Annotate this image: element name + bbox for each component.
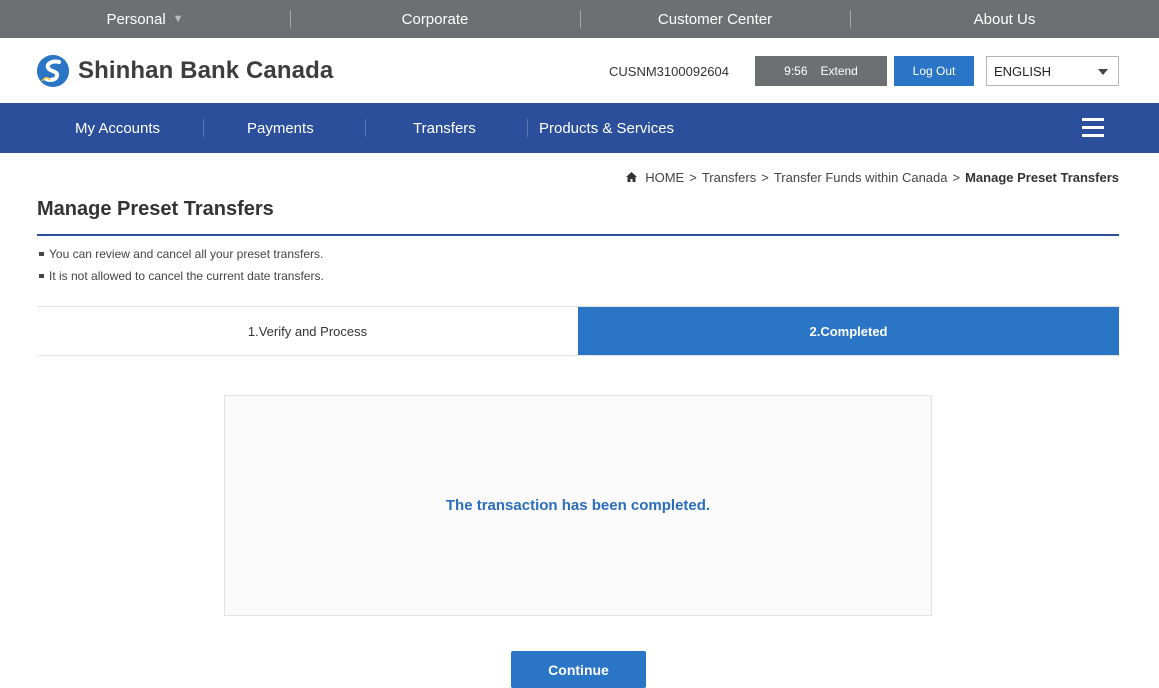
extend-label: Extend (820, 64, 858, 78)
nav-divider (203, 119, 204, 137)
session-timer: 9:56 (784, 64, 808, 78)
breadcrumb-transfers[interactable]: Transfers (702, 170, 756, 185)
breadcrumb-current: Manage Preset Transfers (965, 170, 1119, 185)
topbar-customer-center[interactable]: Customer Center (580, 0, 850, 38)
breadcrumb-separator: > (952, 170, 961, 185)
topbar-corporate-label: Corporate (401, 10, 469, 28)
nav-products-services[interactable]: Products & Services (539, 103, 674, 153)
language-value: ENGLISH (994, 63, 1052, 79)
info-note: You can review and cancel all your prese… (37, 247, 324, 269)
breadcrumb-separator: > (761, 170, 769, 185)
step-verify-process: 1.Verify and Process (37, 307, 578, 355)
session-extend-button[interactable]: 9:56 Extend (755, 56, 887, 86)
home-icon[interactable] (626, 170, 638, 185)
title-divider (37, 234, 1119, 236)
progress-steps: 1.Verify and Process 2.Completed (37, 306, 1119, 356)
topbar-about-us[interactable]: About Us (850, 0, 1159, 38)
page-title: Manage Preset Transfers (37, 198, 274, 220)
shinhan-logo-icon (37, 55, 69, 87)
language-select[interactable]: ENGLISH (986, 56, 1119, 86)
main-nav: My Accounts Payments Transfers Products … (0, 103, 1159, 153)
breadcrumb-home[interactable]: HOME (645, 170, 684, 185)
caret-down-icon: ▼ (172, 13, 184, 25)
header: Shinhan Bank Canada CUSNM3100092604 9:56… (0, 38, 1159, 103)
info-note: It is not allowed to cancel the current … (37, 269, 324, 291)
brand-logo[interactable]: Shinhan Bank Canada (37, 55, 333, 87)
top-bar: Personal ▼ Corporate Customer Center Abo… (0, 0, 1159, 38)
topbar-customer-center-label: Customer Center (657, 10, 773, 28)
topbar-about-us-label: About Us (973, 10, 1036, 28)
info-notes: You can review and cancel all your prese… (37, 247, 324, 291)
nav-divider (365, 119, 366, 137)
user-id: CUSNM3100092604 (609, 64, 729, 79)
topbar-personal[interactable]: Personal ▼ (0, 0, 290, 38)
topbar-corporate[interactable]: Corporate (290, 0, 580, 38)
breadcrumb-separator: > (689, 170, 697, 185)
nav-transfers[interactable]: Transfers (413, 103, 476, 153)
topbar-personal-label: Personal (106, 10, 166, 28)
logout-button[interactable]: Log Out (894, 56, 974, 86)
nav-my-accounts[interactable]: My Accounts (75, 103, 160, 153)
menu-icon[interactable] (1082, 118, 1104, 137)
continue-button[interactable]: Continue (511, 651, 646, 688)
breadcrumb-transfer-funds[interactable]: Transfer Funds within Canada (774, 170, 948, 185)
nav-divider (527, 119, 528, 137)
result-message: The transaction has been completed. (445, 497, 711, 514)
breadcrumb: HOME > Transfers > Transfer Funds within… (626, 170, 1119, 185)
result-panel: The transaction has been completed. (224, 395, 932, 616)
dropdown-arrow-icon (1098, 69, 1108, 75)
step-completed: 2.Completed (578, 307, 1119, 355)
nav-payments[interactable]: Payments (247, 103, 314, 153)
brand-name: Shinhan Bank Canada (78, 57, 334, 84)
